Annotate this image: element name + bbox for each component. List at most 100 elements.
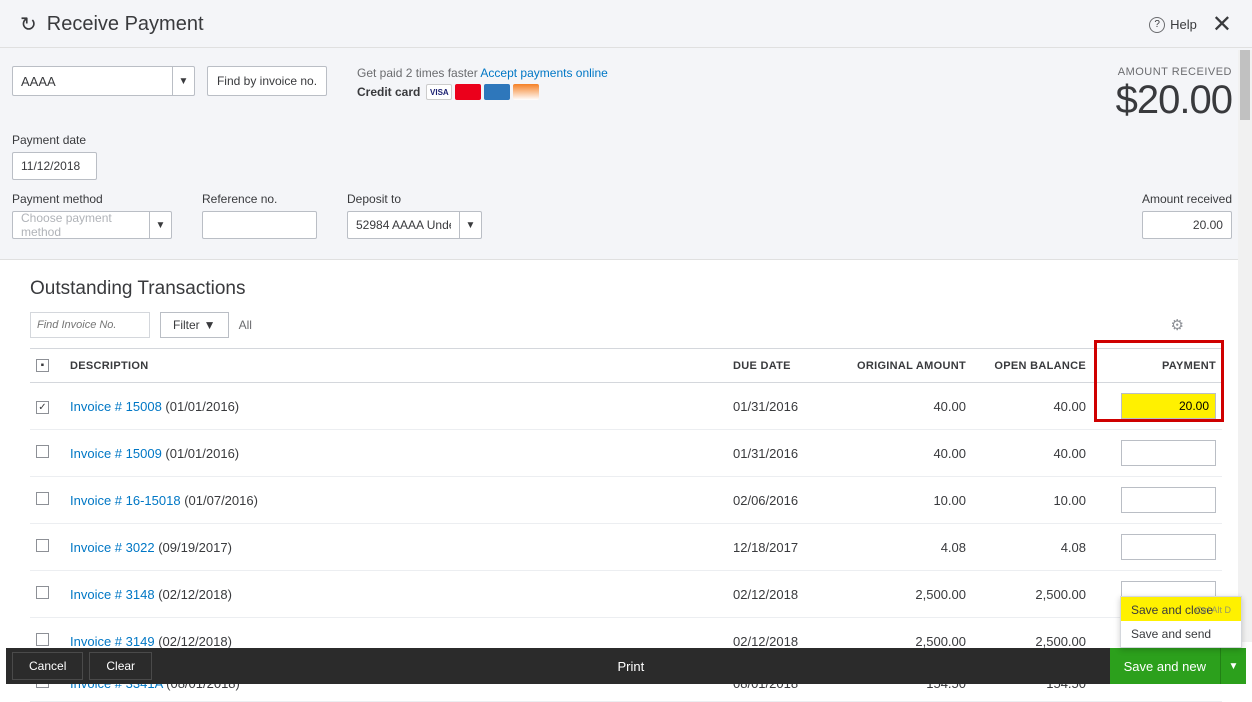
chevron-down-icon: ▼ bbox=[204, 318, 216, 332]
row-checkbox[interactable] bbox=[36, 633, 49, 646]
save-dropdown-toggle[interactable]: ▼ bbox=[1220, 648, 1246, 684]
due-date-cell: 02/12/2018 bbox=[727, 571, 837, 618]
invoice-date: (01/07/2016) bbox=[181, 493, 258, 508]
open-balance-cell: 4.08 bbox=[972, 524, 1092, 571]
payment-method-label: Payment method bbox=[12, 192, 172, 206]
cancel-label: Cancel bbox=[29, 659, 66, 673]
invoice-date: (09/19/2017) bbox=[155, 540, 232, 555]
row-checkbox[interactable] bbox=[36, 492, 49, 505]
find-invoice-input[interactable] bbox=[30, 312, 150, 338]
row-checkbox[interactable] bbox=[36, 539, 49, 552]
invoice-link[interactable]: Invoice # 3148 bbox=[70, 587, 155, 602]
checkbox-icon[interactable]: ▪ bbox=[36, 359, 49, 372]
save-dropdown-menu: Save and close Ctrl Alt D Save and send bbox=[1120, 596, 1242, 648]
save-and-send-label: Save and send bbox=[1131, 627, 1231, 641]
open-balance-cell: 2,500.00 bbox=[972, 571, 1092, 618]
open-balance-cell: 40.00 bbox=[972, 430, 1092, 477]
col-original-amount: ORIGINAL AMOUNT bbox=[837, 349, 972, 383]
chevron-down-icon[interactable]: ▼ bbox=[459, 212, 481, 238]
invoice-date: (01/01/2016) bbox=[162, 399, 239, 414]
scrollbar-thumb[interactable] bbox=[1240, 50, 1250, 120]
table-row: Invoice # 15008 (01/01/2016)01/31/201640… bbox=[30, 383, 1222, 430]
find-by-invoice-button[interactable]: Find by invoice no. bbox=[207, 66, 327, 96]
help-link[interactable]: ? Help bbox=[1149, 17, 1197, 33]
invoice-link[interactable]: Invoice # 3022 bbox=[70, 540, 155, 555]
amount-received-input[interactable] bbox=[1142, 211, 1232, 239]
filter-button[interactable]: Filter ▼ bbox=[160, 312, 229, 338]
payment-date-input[interactable] bbox=[12, 152, 97, 180]
reference-no-input[interactable] bbox=[202, 211, 317, 239]
amex-icon bbox=[484, 84, 510, 100]
discover-icon bbox=[513, 84, 539, 100]
col-payment: PAYMENT bbox=[1092, 349, 1222, 383]
invoice-date: (01/01/2016) bbox=[162, 446, 239, 461]
filter-all-label: All bbox=[239, 318, 252, 332]
invoice-date: (02/12/2018) bbox=[155, 587, 232, 602]
payment-input[interactable] bbox=[1121, 487, 1216, 513]
outstanding-transactions-title: Outstanding Transactions bbox=[30, 278, 1222, 300]
payment-input[interactable] bbox=[1121, 534, 1216, 560]
save-and-send-option[interactable]: Save and send bbox=[1121, 621, 1241, 647]
receive-payment-icon: ↻ bbox=[20, 12, 37, 37]
accept-payments-link[interactable]: Accept payments online bbox=[480, 66, 607, 80]
open-balance-cell: 10.00 bbox=[972, 477, 1092, 524]
invoice-link[interactable]: Invoice # 3149 bbox=[70, 634, 155, 649]
original-amount-cell: 40.00 bbox=[837, 383, 972, 430]
amount-received-label: AMOUNT RECEIVED bbox=[1116, 66, 1232, 78]
table-row: Invoice # 3148 (02/12/2018)02/12/20182,5… bbox=[30, 571, 1222, 618]
invoice-link[interactable]: Invoice # 16-15018 bbox=[70, 493, 181, 508]
clear-button[interactable]: Clear bbox=[89, 652, 152, 680]
chevron-down-icon[interactable]: ▼ bbox=[149, 212, 171, 238]
row-checkbox[interactable] bbox=[36, 401, 49, 414]
payment-method-select[interactable]: Choose payment method ▼ bbox=[12, 211, 172, 239]
customer-value: AAAA bbox=[21, 74, 56, 89]
gear-icon[interactable]: ⚙ bbox=[1171, 316, 1184, 334]
save-and-new-label: Save and new bbox=[1110, 648, 1220, 684]
mastercard-icon bbox=[455, 84, 481, 100]
payment-input[interactable] bbox=[1121, 440, 1216, 466]
col-description: DESCRIPTION bbox=[64, 349, 727, 383]
cancel-button[interactable]: Cancel bbox=[12, 652, 83, 680]
table-row: Invoice # 16-15018 (01/07/2016) 02/06/201… bbox=[30, 477, 1222, 524]
scrollbar[interactable] bbox=[1238, 50, 1252, 642]
due-date-cell: 12/18/2017 bbox=[727, 524, 837, 571]
col-due-date: DUE DATE bbox=[727, 349, 837, 383]
help-label: Help bbox=[1170, 17, 1197, 32]
original-amount-cell: 10.00 bbox=[837, 477, 972, 524]
col-open-balance: OPEN BALANCE bbox=[972, 349, 1092, 383]
original-amount-cell: 4.08 bbox=[837, 524, 972, 571]
payment-input[interactable] bbox=[1121, 393, 1216, 419]
row-checkbox[interactable] bbox=[36, 586, 49, 599]
deposit-to-select[interactable]: 52984 AAAA Undeposit ▼ bbox=[347, 211, 482, 239]
amount-received-field-label: Amount received bbox=[1142, 192, 1232, 206]
clear-label: Clear bbox=[106, 659, 135, 673]
select-all-header[interactable]: ▪ bbox=[30, 349, 64, 383]
row-checkbox[interactable] bbox=[36, 445, 49, 458]
close-button[interactable]: ✕ bbox=[1212, 10, 1232, 39]
find-by-invoice-label: Find by invoice no. bbox=[217, 74, 317, 88]
page-title: Receive Payment bbox=[47, 13, 1149, 36]
table-row: Invoice # 3022 (09/19/2017)12/18/20174.0… bbox=[30, 524, 1222, 571]
open-balance-cell: 40.00 bbox=[972, 383, 1092, 430]
due-date-cell: 02/06/2016 bbox=[727, 477, 837, 524]
customer-select[interactable]: AAAA ▼ bbox=[12, 66, 195, 96]
deposit-to-label: Deposit to bbox=[347, 192, 482, 206]
filter-label: Filter bbox=[173, 318, 200, 332]
payment-method-placeholder: Choose payment method bbox=[21, 211, 141, 239]
invoice-link[interactable]: Invoice # 15008 bbox=[70, 399, 162, 414]
print-label: Print bbox=[617, 659, 644, 674]
invoice-link[interactable]: Invoice # 15009 bbox=[70, 446, 162, 461]
table-row: Invoice # 15009 (01/01/2016)01/31/201640… bbox=[30, 430, 1222, 477]
invoice-date: (02/12/2018) bbox=[155, 634, 232, 649]
original-amount-cell: 2,500.00 bbox=[837, 571, 972, 618]
help-icon: ? bbox=[1149, 17, 1165, 33]
chevron-down-icon[interactable]: ▼ bbox=[172, 67, 194, 95]
save-and-close-option[interactable]: Save and close Ctrl Alt D bbox=[1121, 597, 1241, 621]
get-paid-text: Get paid 2 times faster bbox=[357, 66, 478, 80]
save-and-new-button[interactable]: Save and new ▼ bbox=[1110, 648, 1246, 684]
deposit-to-value: 52984 AAAA Undeposit bbox=[356, 218, 451, 232]
amount-received-value: $20.00 bbox=[1116, 78, 1232, 123]
print-link[interactable]: Print bbox=[152, 659, 1110, 674]
original-amount-cell: 40.00 bbox=[837, 430, 972, 477]
save-and-close-hint: Ctrl Alt D bbox=[1195, 605, 1231, 615]
